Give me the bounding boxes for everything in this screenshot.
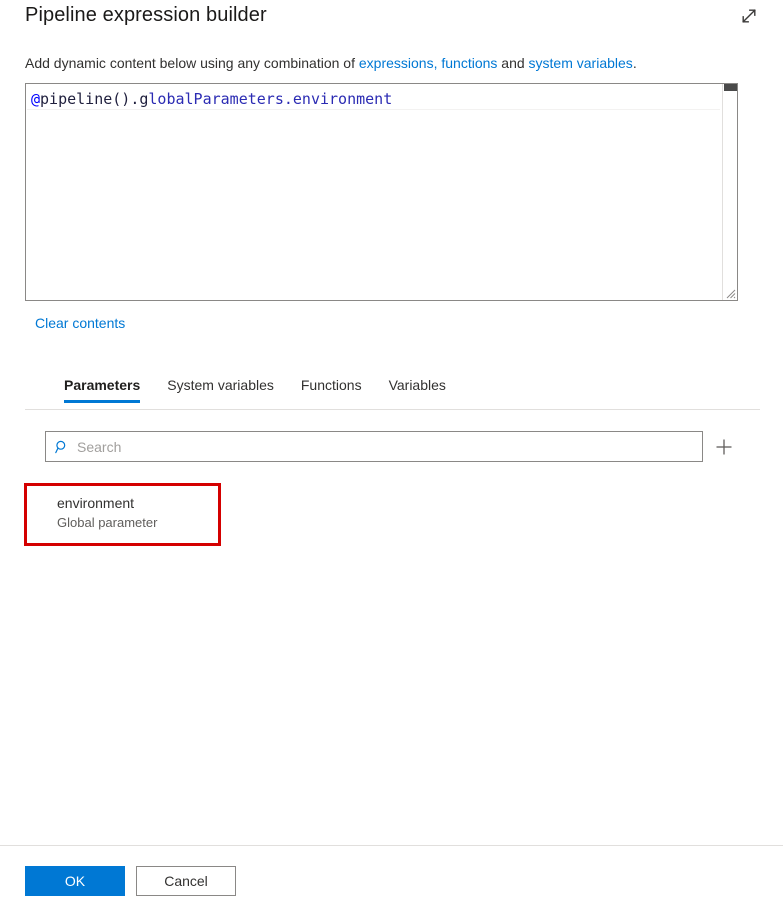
parameter-list: environment Global parameter bbox=[45, 487, 705, 538]
ok-button[interactable]: OK bbox=[25, 866, 125, 896]
expression-editor[interactable]: @pipeline().globalParameters.environment bbox=[25, 83, 738, 301]
tab-variables[interactable]: Variables bbox=[389, 377, 446, 403]
expression-token-body: pipeline().g bbox=[40, 90, 149, 108]
expand-icon[interactable] bbox=[735, 2, 763, 30]
parameter-description: Global parameter bbox=[57, 515, 158, 530]
search-input[interactable] bbox=[77, 438, 702, 455]
editor-scrollbar-thumb[interactable] bbox=[724, 84, 737, 91]
resize-grip-icon[interactable] bbox=[723, 286, 736, 299]
instruction-text-part2: and bbox=[497, 55, 529, 71]
tab-bar: Parameters System variables Functions Va… bbox=[64, 377, 473, 409]
tab-system-variables[interactable]: System variables bbox=[167, 377, 274, 403]
list-item[interactable]: environment Global parameter bbox=[45, 487, 227, 538]
tab-bar-divider bbox=[25, 409, 760, 410]
instruction-text-part1: Add dynamic content below using any comb… bbox=[25, 55, 359, 71]
parameter-name: environment bbox=[57, 495, 135, 511]
editor-vertical-scrollbar[interactable] bbox=[722, 84, 737, 300]
clear-contents-link[interactable]: Clear contents bbox=[35, 315, 125, 331]
tab-parameters[interactable]: Parameters bbox=[64, 377, 141, 403]
page-title: Pipeline expression builder bbox=[25, 4, 267, 26]
search-box[interactable] bbox=[45, 431, 703, 462]
instruction-text-part3: . bbox=[632, 55, 637, 71]
expression-token-tail: lobalParameters.environment bbox=[148, 90, 393, 108]
search-icon bbox=[55, 440, 69, 454]
expression-line: @pipeline().globalParameters.environment bbox=[31, 89, 717, 109]
footer: OK Cancel bbox=[0, 846, 783, 910]
expression-token-at: @ bbox=[31, 90, 41, 108]
system-variables-link[interactable]: system variables bbox=[529, 55, 633, 71]
instruction-text: Add dynamic content below using any comb… bbox=[25, 53, 637, 73]
expression-editor-content[interactable]: @pipeline().globalParameters.environment bbox=[26, 84, 721, 300]
cancel-button[interactable]: Cancel bbox=[136, 866, 236, 896]
add-parameter-button[interactable] bbox=[710, 433, 738, 461]
expressions-functions-link[interactable]: expressions, functions bbox=[359, 55, 498, 71]
panel-header: Pipeline expression builder bbox=[0, 0, 783, 40]
tab-functions[interactable]: Functions bbox=[301, 377, 362, 403]
